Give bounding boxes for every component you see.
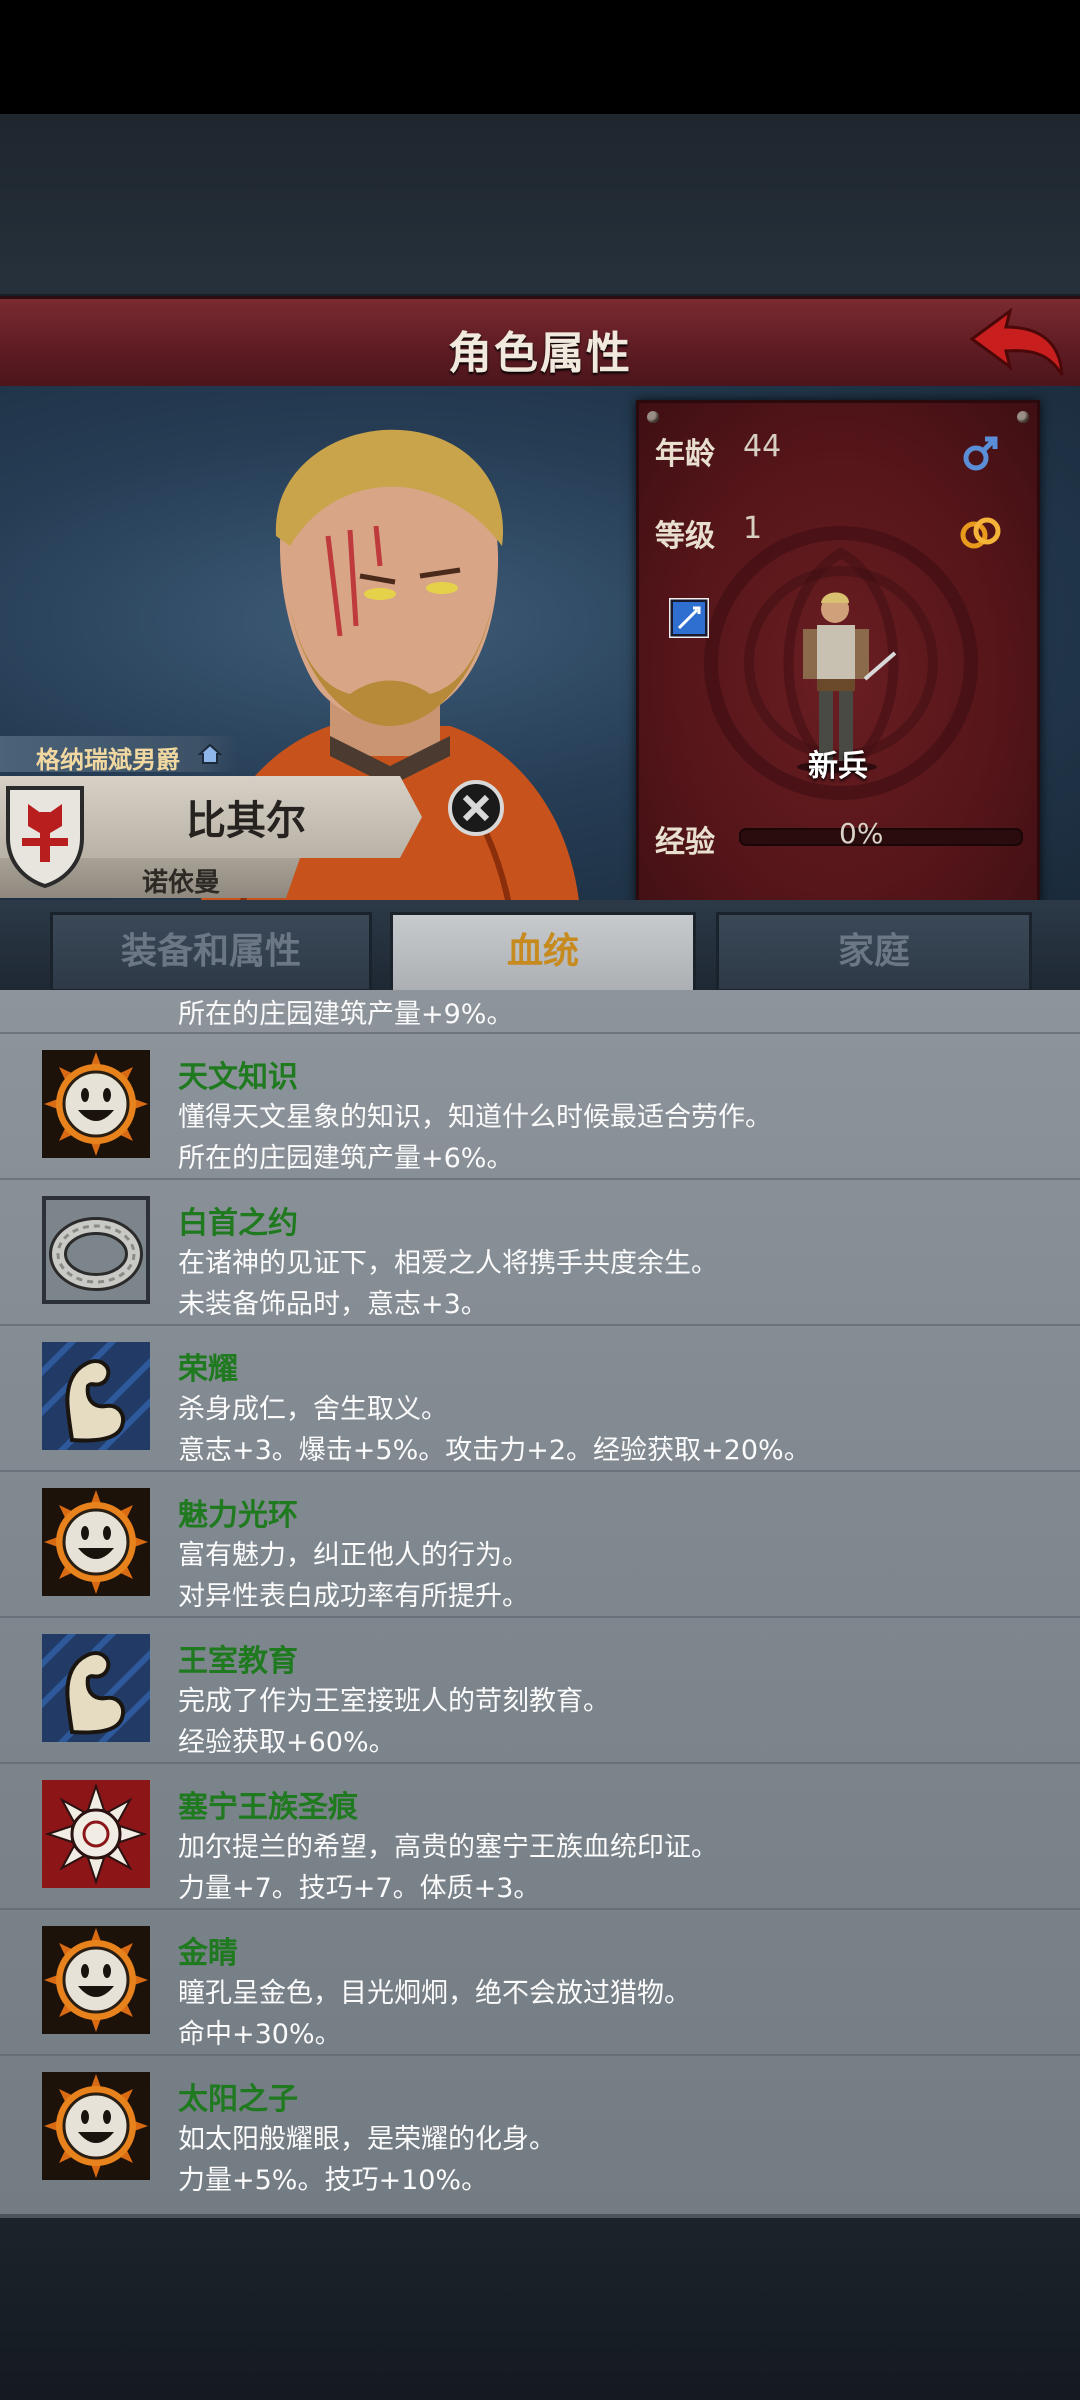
- list-item[interactable]: 魅力光环 富有魅力，纠正他人的行为。 对异性表白成功率有所提升。: [0, 1470, 1080, 1618]
- list-item[interactable]: 塞宁王族圣痕 加尔提兰的希望，高贵的塞宁王族血统印证。 力量+7。技巧+7。体质…: [0, 1762, 1080, 1910]
- trait-name: 王室教育: [178, 1644, 298, 1679]
- level-label: 等级: [655, 519, 715, 554]
- trait-effect: 未装备饰品时，意志+3。: [178, 1289, 488, 1320]
- list-item[interactable]: 白首之约 在诸神的见证下，相爱之人将携手共度余生。 未装备饰品时，意志+3。: [0, 1178, 1080, 1326]
- list-item[interactable]: 金睛 瞳孔呈金色，目光炯炯，绝不会放过猎物。 命中+30%。: [0, 1908, 1080, 2056]
- level-value: 1: [743, 511, 763, 546]
- sword-skill-icon[interactable]: [669, 598, 709, 638]
- trait-effect: 命中+30%。: [178, 2019, 342, 2050]
- male-gender-icon: [963, 436, 998, 471]
- list-item: 所在的庄园建筑产量+9%。: [0, 990, 1080, 1034]
- background-bottom: [0, 2218, 1080, 2400]
- ring-icon: [42, 1196, 150, 1304]
- trait-description: 完成了作为王室接班人的苛刻教育。: [178, 1686, 610, 1717]
- muscle-arm-icon: [42, 1634, 150, 1742]
- trait-effect: 经验获取+60%。: [178, 1727, 396, 1758]
- noble-title-tag: 格纳瑞斌男爵: [0, 736, 238, 774]
- rivet: [1017, 411, 1029, 423]
- rivet: [647, 411, 659, 423]
- family-crest-icon: [6, 786, 84, 888]
- trait-effect: 所在的庄园建筑产量+6%。: [178, 1143, 514, 1174]
- trait-effect: 力量+5%。技巧+10%。: [178, 2165, 489, 2196]
- trait-description: 懂得天文星象的知识，知道什么时候最适合劳作。: [178, 1102, 772, 1133]
- list-item[interactable]: 荣耀 杀身成仁，舍生取义。 意志+3。爆击+5%。攻击力+2。经验获取+20%。: [0, 1324, 1080, 1472]
- close-button[interactable]: [446, 778, 506, 838]
- background-top: [0, 114, 1080, 294]
- tab-bloodline[interactable]: 血统: [390, 912, 696, 997]
- close-icon: [448, 780, 504, 836]
- title-bar: 角色属性: [0, 296, 1080, 394]
- exp-label: 经验: [655, 825, 715, 860]
- age-label: 年龄: [655, 437, 715, 472]
- trait-effect: 对异性表白成功率有所提升。: [178, 1581, 529, 1612]
- trait-description: 如太阳般耀眼，是荣耀的化身。: [178, 2124, 556, 2155]
- wedding-rings-icon: [960, 517, 1001, 549]
- house-icon: [198, 743, 222, 764]
- list-item[interactable]: 太阳之子 如太阳般耀眼，是荣耀的化身。 力量+5%。技巧+10%。: [0, 2054, 1080, 2200]
- system-status-bar: [0, 0, 1080, 114]
- exp-value: 0%: [839, 817, 884, 850]
- character-name: 比其尔: [186, 798, 306, 844]
- list-item[interactable]: 天文知识 懂得天文星象的知识，知道什么时候最适合劳作。 所在的庄园建筑产量+6%…: [0, 1032, 1080, 1180]
- smiley-sun-icon: [42, 1488, 150, 1596]
- trait-effect: 意志+3。爆击+5%。攻击力+2。经验获取+20%。: [178, 1435, 811, 1466]
- back-arrow-icon: [969, 307, 1064, 376]
- trait-description: 杀身成仁，舍生取义。: [178, 1394, 448, 1425]
- smiley-sun-icon: [42, 1050, 150, 1158]
- trait-description: 富有魅力，纠正他人的行为。: [178, 1540, 529, 1571]
- age-value: 44: [743, 429, 782, 464]
- trait-description: 加尔提兰的希望，高贵的塞宁王族血统印证。: [178, 1832, 718, 1863]
- trait-effect: 所在的庄园建筑产量+9%。: [178, 999, 514, 1030]
- trait-name: 塞宁王族圣痕: [178, 1790, 358, 1825]
- house-name: 诺依曼: [142, 868, 221, 898]
- smiley-sun-icon: [42, 990, 150, 1006]
- tab-equipment[interactable]: 装备和属性: [50, 912, 372, 992]
- muscle-arm-icon: [42, 1342, 150, 1450]
- trait-name: 天文知识: [178, 1060, 298, 1095]
- trait-name: 白首之约: [178, 1206, 298, 1241]
- royal-sun-emblem-icon: [42, 1780, 150, 1888]
- trait-description: 在诸神的见证下，相爱之人将携手共度余生。: [178, 1248, 718, 1279]
- tab-family[interactable]: 家庭: [716, 912, 1032, 992]
- stats-panel: 年龄 44 等级 1 新兵 经验 0%: [636, 400, 1040, 906]
- smiley-sun-icon: [42, 1926, 150, 2034]
- trait-name: 魅力光环: [178, 1498, 298, 1533]
- class-name: 新兵: [808, 749, 868, 784]
- trait-name: 太阳之子: [178, 2082, 298, 2117]
- back-button[interactable]: [966, 305, 1066, 381]
- trait-description: 瞳孔呈金色，目光炯炯，绝不会放过猎物。: [178, 1978, 691, 2009]
- list-item[interactable]: 王室教育 完成了作为王室接班人的苛刻教育。 经验获取+60%。: [0, 1616, 1080, 1764]
- trait-list[interactable]: 所在的庄园建筑产量+9%。 天文知识 懂得天文星象的知识，知道什么时候最适合劳作…: [0, 990, 1080, 2218]
- page-title: 角色属性: [448, 328, 632, 379]
- trait-name: 金睛: [178, 1936, 238, 1971]
- smiley-sun-icon: [42, 2072, 150, 2180]
- trait-name: 荣耀: [178, 1352, 238, 1387]
- noble-title: 格纳瑞斌男爵: [36, 746, 180, 774]
- trait-effect: 力量+7。技巧+7。体质+3。: [178, 1873, 541, 1904]
